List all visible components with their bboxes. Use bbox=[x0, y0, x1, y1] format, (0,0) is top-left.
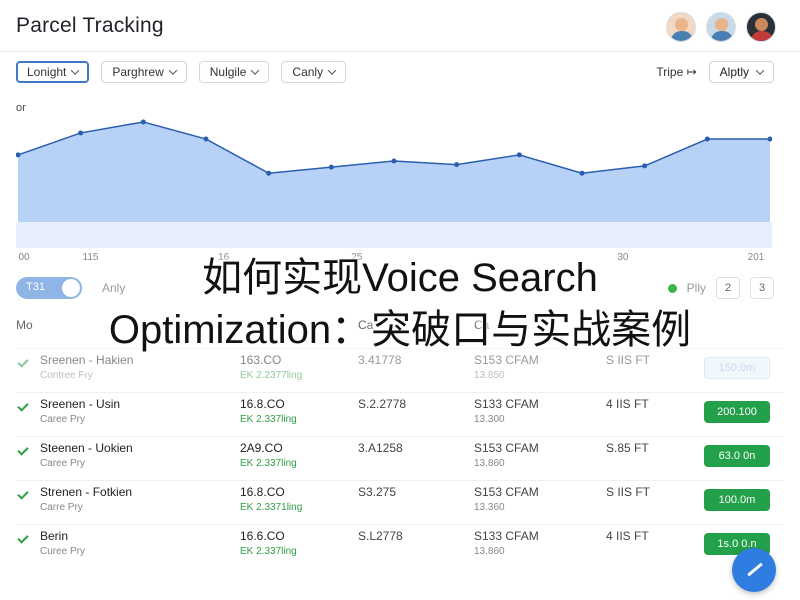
tracking-code: EK 2.337ling bbox=[240, 414, 297, 425]
weight: 3.A1258 bbox=[358, 441, 403, 455]
right-controls: Tripe ↦ Alptly bbox=[656, 61, 774, 83]
chart-point[interactable] bbox=[454, 162, 460, 168]
status-button[interactable]: 200.100 bbox=[704, 401, 770, 423]
carrier: S153 CFAM bbox=[474, 441, 539, 455]
tracking-code: EK 2.337ling bbox=[240, 458, 297, 469]
avatar-group bbox=[666, 12, 776, 42]
page-title: Parcel Tracking bbox=[16, 14, 164, 37]
chart-point[interactable] bbox=[704, 136, 710, 142]
recipient-name: Berin bbox=[40, 529, 69, 543]
chart-canvas bbox=[16, 119, 772, 248]
recipient-sub: Caree Pry bbox=[40, 458, 86, 469]
app-header: Parcel Tracking bbox=[0, 0, 800, 52]
avatar[interactable] bbox=[746, 12, 776, 42]
distance: S.85 FT bbox=[606, 441, 649, 455]
check-icon bbox=[17, 356, 29, 368]
check-icon bbox=[17, 444, 29, 456]
status-button[interactable]: 63.0 0n bbox=[704, 445, 770, 467]
filter-dropdown-2[interactable]: Parghrew bbox=[101, 61, 187, 83]
chart-point[interactable] bbox=[579, 170, 585, 176]
carrier: S133 CFAM bbox=[474, 529, 539, 543]
area-chart: or 00 115 16 25 30 201 bbox=[16, 100, 772, 270]
chevron-down-icon bbox=[251, 66, 260, 75]
tracking-code: EK 2.3371ling bbox=[240, 502, 303, 513]
distance: S IIS FT bbox=[606, 485, 651, 499]
filter-dropdown-3[interactable]: Nulgile bbox=[198, 61, 270, 83]
amount: 16.6.CO bbox=[240, 529, 285, 543]
chart-point[interactable] bbox=[203, 136, 209, 142]
chart-point[interactable] bbox=[266, 170, 272, 176]
recipient-sub: Contree Fry bbox=[40, 370, 93, 381]
chart-point[interactable] bbox=[328, 164, 334, 170]
overlay-caption: 如何实现Voice Search Optimization：突破口与实战案例 bbox=[0, 252, 800, 356]
tracking-code: EK 2.337ling bbox=[240, 546, 297, 557]
apply-dropdown[interactable]: Alptly bbox=[708, 61, 774, 83]
chevron-down-icon bbox=[755, 66, 765, 75]
filter-dropdown-1[interactable]: Lonight bbox=[16, 61, 90, 83]
carrier: S133 CFAM bbox=[474, 397, 539, 411]
apply-label: Alptly bbox=[719, 65, 749, 79]
table-row[interactable]: Steenen - Uokien Caree Pry 2A9.CO EK 2.337l… bbox=[16, 436, 784, 476]
pencil-icon bbox=[747, 562, 763, 577]
carrier-sub: 13.850 bbox=[474, 370, 505, 381]
chart-point[interactable] bbox=[78, 130, 84, 136]
filter-label: Canly bbox=[292, 65, 324, 79]
avatar[interactable] bbox=[666, 12, 696, 42]
table-row[interactable]: Berin Curee Pry 16.6.CO EK 2.337ling S.L2778… bbox=[16, 524, 784, 564]
arrow-icon: ↦ bbox=[686, 65, 697, 79]
chevron-down-icon bbox=[71, 66, 80, 75]
recipient-sub: Carre Pry bbox=[40, 502, 83, 513]
weight: S3.275 bbox=[358, 485, 397, 499]
chart-area bbox=[18, 121, 770, 222]
y-axis-label: or bbox=[16, 102, 26, 114]
chevron-down-icon bbox=[327, 66, 337, 75]
avatar[interactable] bbox=[706, 12, 736, 42]
distance: 4 IIS FT bbox=[606, 397, 649, 411]
recipient-sub: Caree Pry bbox=[40, 414, 86, 425]
amount: 16.8.CO bbox=[240, 485, 285, 499]
status-button[interactable]: 100.0m bbox=[704, 489, 770, 511]
weight: S.2.2778 bbox=[358, 397, 407, 411]
filter-label: Parghrew bbox=[112, 65, 164, 79]
chart-point[interactable] bbox=[391, 158, 397, 164]
filter-dropdown-4[interactable]: Canly bbox=[281, 61, 347, 83]
carrier-sub: 13.300 bbox=[474, 414, 505, 425]
chart-point[interactable] bbox=[516, 152, 522, 158]
chevron-down-icon bbox=[168, 66, 177, 75]
carrier-sub: 13.860 bbox=[474, 546, 505, 557]
table-row[interactable]: Sreenen - Usin Caree Pry 16.8.CO EK 2.337li… bbox=[16, 392, 784, 432]
check-icon bbox=[17, 400, 29, 412]
edit-fab-button[interactable] bbox=[732, 548, 776, 592]
filter-bar: Lonight Parghrew Nulgile Canly bbox=[16, 61, 347, 83]
recipient-sub: Curee Pry bbox=[40, 546, 86, 557]
status-button[interactable]: 150.0m bbox=[704, 357, 770, 379]
carrier-sub: 13.360 bbox=[474, 502, 505, 513]
distance: 4 IIS FT bbox=[606, 529, 649, 543]
recipient-name: Sreenen - Usin bbox=[40, 397, 121, 411]
overlay-line-2: Optimization：突破口与实战案例 bbox=[108, 308, 692, 352]
tripe-label: Tripe bbox=[656, 65, 684, 79]
filter-label: Lonight bbox=[27, 65, 67, 79]
tripe-control[interactable]: Tripe ↦ bbox=[656, 65, 696, 79]
check-icon bbox=[17, 532, 29, 544]
chart-baseline-band bbox=[16, 222, 772, 248]
recipient-name: Steenen - Uokien bbox=[40, 441, 133, 455]
carrier-sub: 13.860 bbox=[474, 458, 505, 469]
amount: 16.8.CO bbox=[240, 397, 285, 411]
weight: S.L2778 bbox=[358, 529, 403, 543]
tracking-code: EK 2.2377ling bbox=[240, 370, 303, 381]
chart-point[interactable] bbox=[140, 119, 146, 125]
overlay-line-1: 如何实现Voice Search bbox=[202, 256, 598, 300]
filter-label: Nulgile bbox=[209, 65, 247, 79]
table-row[interactable]: Strenen - Fotkien Carre Pry 16.8.CO EK 2.33… bbox=[16, 480, 784, 520]
amount: 2A9.CO bbox=[240, 441, 283, 455]
check-icon bbox=[17, 488, 29, 500]
chart-point[interactable] bbox=[642, 163, 648, 169]
carrier: S153 CFAM bbox=[474, 485, 539, 499]
recipient-name: Strenen - Fotkien bbox=[40, 485, 133, 499]
